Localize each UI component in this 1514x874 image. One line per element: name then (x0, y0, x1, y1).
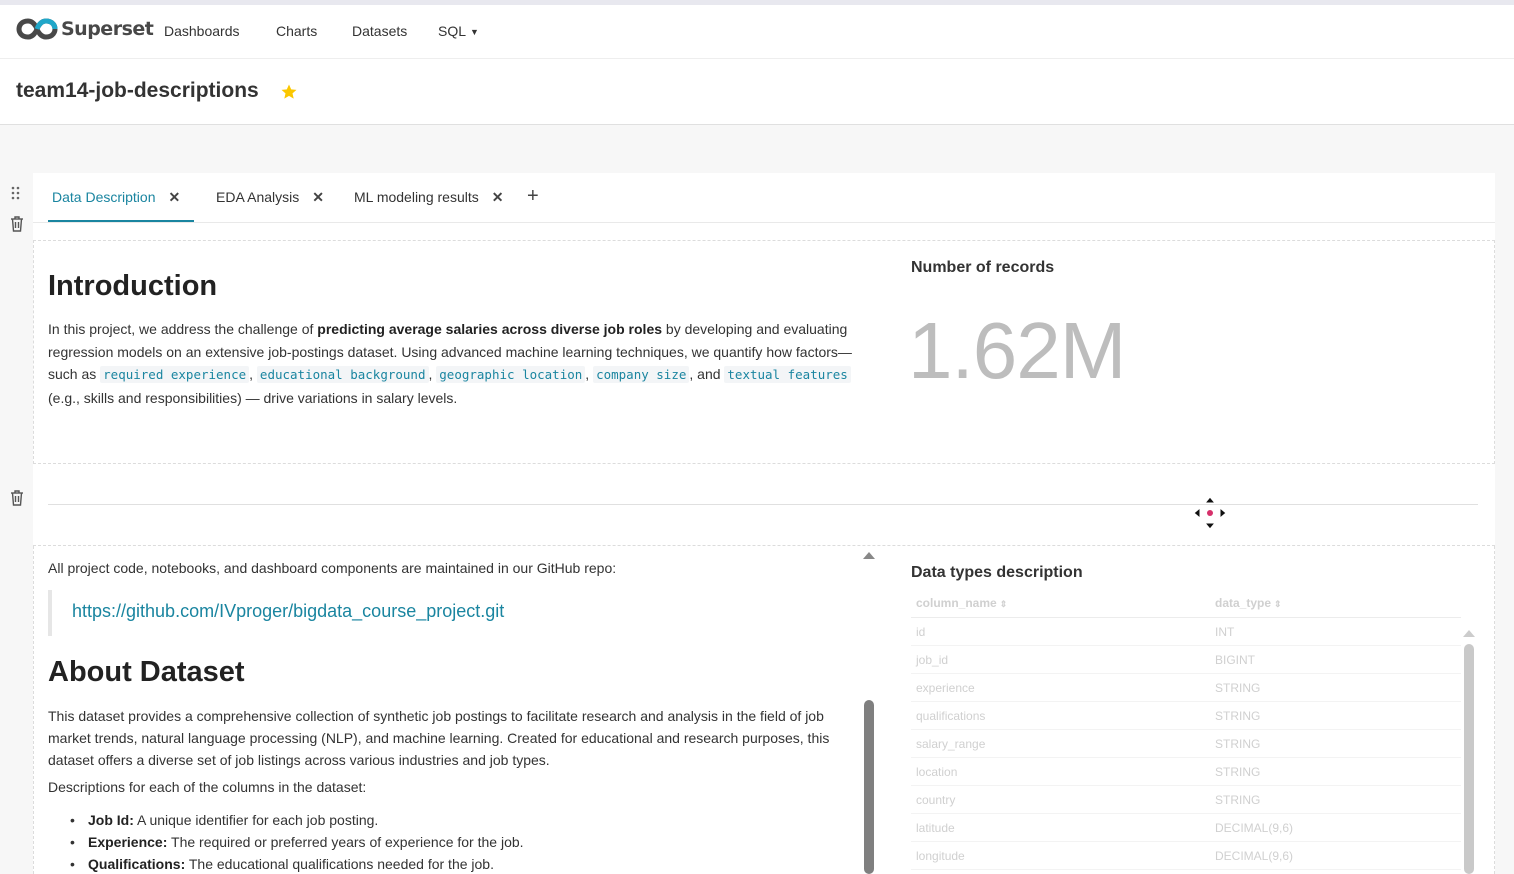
table-row: job_id BIGINT (911, 646, 1461, 674)
table-row: country STRING (911, 786, 1461, 814)
tab-ml-modeling-results[interactable]: ML modeling results ✕ (354, 189, 504, 206)
repo-link[interactable]: https://github.com/IVproger/bigdata_cour… (72, 601, 504, 622)
table-row: salary_range STRING (911, 730, 1461, 758)
nav-datasets[interactable]: Datasets (352, 23, 407, 39)
active-tab-indicator (48, 220, 194, 222)
scroll-thumb[interactable] (1464, 644, 1474, 874)
star-icon[interactable] (279, 82, 299, 102)
tab-eda-analysis[interactable]: EDA Analysis ✕ (216, 189, 324, 206)
inline-code: geographic location (436, 366, 586, 383)
big-number-value: 1.62M (908, 306, 1126, 395)
inline-code: educational background (256, 366, 429, 383)
inline-code: required experience (100, 366, 250, 383)
big-number-title: Number of records (911, 259, 1055, 276)
scroll-up-icon[interactable] (1463, 630, 1475, 637)
nav-charts[interactable]: Charts (276, 23, 317, 39)
table-scrollbar[interactable] (1463, 626, 1475, 874)
superset-logo[interactable]: Superset (16, 17, 154, 41)
tab-label: EDA Analysis (216, 189, 300, 205)
table-row: id INT (911, 618, 1461, 646)
table-chart-title: Data types description (911, 564, 1083, 581)
drag-handle-icon[interactable] (9, 185, 23, 201)
tab-data-description[interactable]: Data Description ✕ (52, 189, 180, 206)
table-header: column_name ⇕ data_type ⇕ (911, 590, 1461, 618)
move-icon[interactable] (1193, 496, 1227, 530)
divider (48, 504, 1478, 505)
tab-label: ML modeling results (354, 189, 479, 205)
table-row: latitude DECIMAL(9,6) (911, 814, 1461, 842)
inline-code: textual features (724, 366, 851, 383)
divider-row (33, 464, 1495, 546)
close-icon[interactable]: ✕ (169, 189, 181, 205)
introduction-text: In this project, we address the challeng… (48, 321, 852, 406)
table-row: location STRING (911, 758, 1461, 786)
brand-name: Superset (61, 18, 154, 40)
markdown-scrollbar[interactable] (863, 548, 875, 874)
about-heading: About Dataset (48, 656, 245, 688)
tab-label: Data Description (52, 189, 156, 205)
introduction-heading: Introduction (48, 270, 218, 302)
scroll-thumb[interactable] (864, 700, 874, 874)
table-row: longitude DECIMAL(9,6) (911, 842, 1461, 870)
list-item: Qualifications: The educational qualific… (70, 853, 524, 874)
column-header[interactable]: column_name ⇕ (916, 596, 1007, 610)
columns-intro-text: Descriptions for each of the columns in … (48, 779, 367, 795)
scroll-up-icon[interactable] (863, 552, 875, 559)
sort-icon: ⇕ (1274, 599, 1282, 609)
close-icon[interactable]: ✕ (312, 189, 324, 205)
list-item: Job Id: A unique identifier for each job… (70, 809, 524, 831)
nav-sql-label: SQL (438, 23, 467, 39)
caret-down-icon: ▼ (470, 27, 479, 37)
trash-icon[interactable] (9, 215, 25, 233)
sort-icon: ⇕ (999, 599, 1008, 609)
list-item: Experience: The required or preferred ye… (70, 831, 524, 853)
dashboard-header: team14-job-descriptions (0, 59, 1514, 125)
table-row: experience STRING (911, 674, 1461, 702)
repo-blockquote: https://github.com/IVproger/bigdata_cour… (48, 590, 648, 636)
nav-dashboards[interactable]: Dashboards (164, 23, 240, 39)
superset-logo-icon (16, 17, 58, 41)
inline-code: company size (593, 366, 690, 383)
plus-icon[interactable]: + (527, 185, 539, 208)
dashboard-tabs: Data Description ✕ EDA Analysis ✕ ML model… (33, 173, 1495, 223)
close-icon[interactable]: ✕ (492, 189, 504, 205)
columns-list: Job Id: A unique identifier for each job… (70, 809, 524, 874)
table-row: qualifications STRING (911, 702, 1461, 730)
dashboard-title[interactable]: team14-job-descriptions (16, 79, 259, 103)
column-header[interactable]: data_type ⇕ (1215, 596, 1282, 610)
trash-icon[interactable] (9, 489, 25, 507)
top-navbar: Superset Dashboards Charts Datasets SQL ▼ (0, 0, 1514, 59)
nav-sql[interactable]: SQL ▼ (438, 23, 479, 39)
about-text: This dataset provides a comprehensive co… (48, 708, 830, 768)
repo-text: All project code, notebooks, and dashboa… (48, 560, 617, 576)
